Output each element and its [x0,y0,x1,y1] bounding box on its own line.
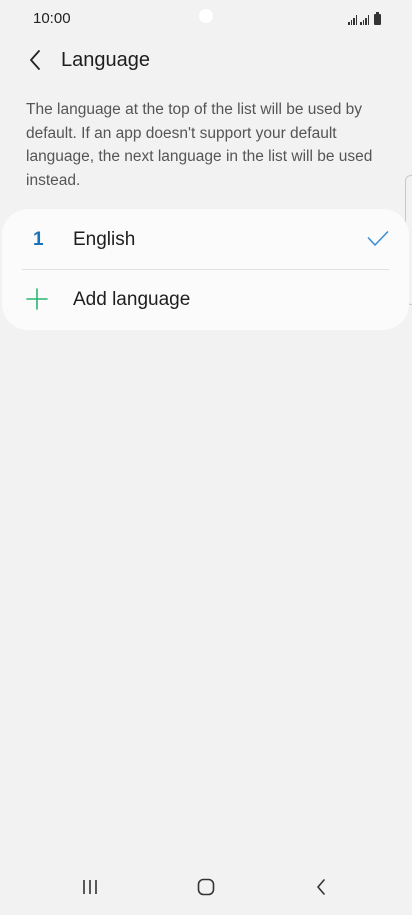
add-language-label: Add language [73,289,191,310]
status-bar: 10:00 [0,0,412,36]
page-title: Language [61,49,150,71]
home-button[interactable] [186,873,226,901]
camera-cutout [199,9,213,23]
status-icons [348,11,381,25]
nav-back-button[interactable] [301,873,341,901]
back-icon [317,879,325,895]
add-language-button[interactable]: Add language [2,270,409,330]
description-text: The language at the top of the list will… [26,101,373,189]
language-index: 1 [33,229,44,250]
language-list-card: 1 English Add language [2,209,409,330]
language-row-english[interactable]: 1 English [2,209,409,269]
home-icon [197,878,215,896]
check-icon [367,231,389,246]
status-time: 10:00 [33,10,71,27]
language-name: English [73,229,136,250]
signal-1-icon [348,15,357,25]
recent-apps-icon [83,880,97,894]
app-header: Language [0,40,412,80]
navigation-bar [0,859,412,915]
signal-2-icon [360,15,369,25]
battery-icon [374,12,381,25]
recent-apps-button[interactable] [70,873,110,901]
chevron-left-icon [30,50,40,70]
back-button[interactable] [22,46,48,74]
plus-icon [26,288,48,310]
